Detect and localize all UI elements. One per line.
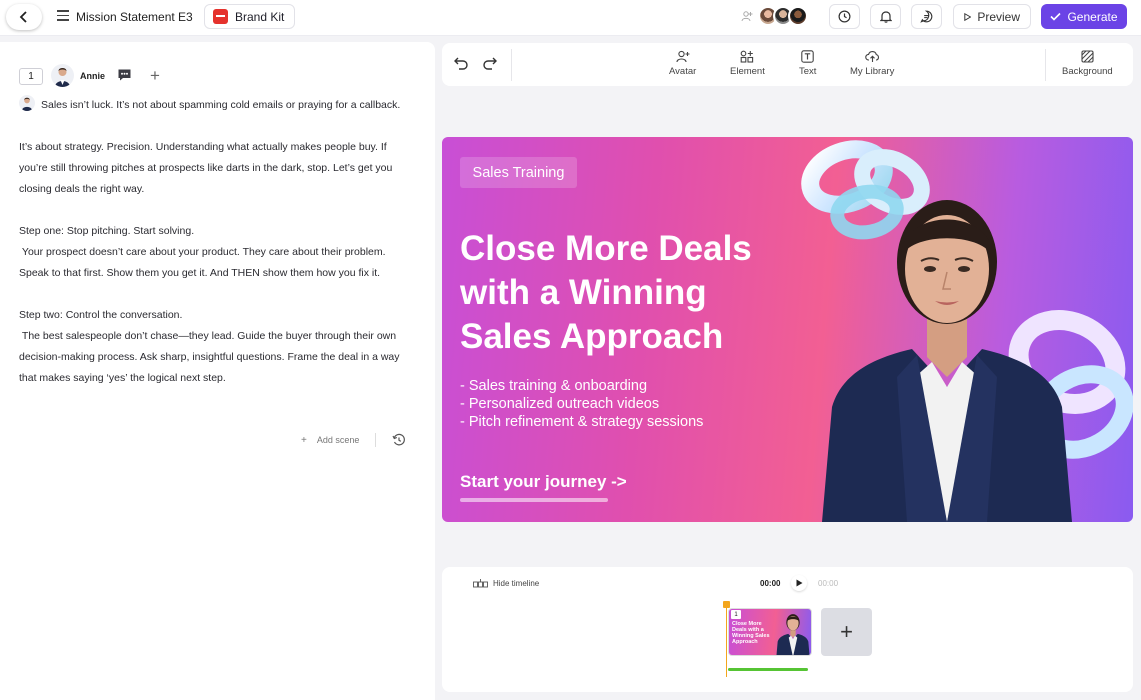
chevron-left-icon xyxy=(19,11,27,23)
thumbnail-number: 1 xyxy=(731,610,741,619)
hide-timeline-button[interactable]: Hide timeline xyxy=(473,579,539,588)
script-paragraph: It’s about strategy. Precision. Understa… xyxy=(19,141,396,195)
avatar-tool-button[interactable]: Avatar xyxy=(669,50,696,77)
generate-label: Generate xyxy=(1067,9,1118,24)
bullet-item: - Sales training & onboarding xyxy=(460,378,648,394)
scene-progress-bar xyxy=(728,668,808,671)
toolbar-divider xyxy=(1045,49,1046,81)
script-paragraph: Step two: Control the conversation. The … xyxy=(19,309,400,384)
history-button[interactable] xyxy=(829,4,860,29)
notifications-button[interactable] xyxy=(870,4,901,29)
voice-chat-icon[interactable] xyxy=(117,68,132,82)
current-time: 00:00 xyxy=(760,579,781,588)
element-tool-label: Element xyxy=(730,66,765,77)
my-library-label: My Library xyxy=(850,66,895,77)
share-icon[interactable] xyxy=(741,10,753,22)
text-icon xyxy=(801,50,814,63)
play-button[interactable] xyxy=(791,575,807,591)
text-tool-label: Text xyxy=(799,66,817,77)
bell-icon xyxy=(879,11,892,23)
script-paragraph: Step one: Stop pitching. Start solving. … xyxy=(19,225,386,279)
presenter-avatar[interactable] xyxy=(797,177,1097,522)
redo-icon[interactable] xyxy=(482,57,497,70)
project-title[interactable]: Mission Statement E3 xyxy=(76,10,193,24)
thumbnail-avatar xyxy=(776,614,810,655)
hide-timeline-label: Hide timeline xyxy=(493,579,540,588)
timeline-panel: Hide timeline 00:00 00:00 1 Close More D… xyxy=(442,567,1133,692)
script-paragraph: Sales isn’t luck. It’s not about spammin… xyxy=(19,95,414,116)
top-bar: Mission Statement E3 Brand Kit Preview G… xyxy=(0,0,1141,36)
bullet-item: - Pitch refinement & strategy sessions xyxy=(460,414,704,430)
thumbnail-headline: Close More Deals with a Winning Sales Ap… xyxy=(732,621,770,645)
background-button[interactable]: Background xyxy=(1062,50,1113,77)
scene-history-icon[interactable] xyxy=(392,433,406,447)
background-label: Background xyxy=(1062,66,1113,77)
avatar-portrait-icon xyxy=(55,68,70,87)
scene-progress-fill xyxy=(728,668,808,671)
script-text[interactable]: Sales isn’t luck. It’s not about spammin… xyxy=(19,95,414,389)
background-icon xyxy=(1081,50,1094,63)
playhead-line xyxy=(726,607,727,677)
slide-headline[interactable]: Close More Deals with a Winning Sales Ap… xyxy=(460,227,800,359)
speaker-avatar-icon xyxy=(19,95,35,111)
play-icon xyxy=(796,579,802,587)
collaborator-avatars[interactable] xyxy=(758,6,808,26)
script-panel: 1 Annie + Sales isn’t luck. It’s not abo… xyxy=(0,42,435,700)
script-line: Sales isn’t luck. It’s not about spammin… xyxy=(41,99,401,111)
plus-icon[interactable]: + xyxy=(301,435,307,446)
scene-number[interactable]: 1 xyxy=(19,68,43,85)
element-tool-button[interactable]: Element xyxy=(730,50,765,77)
undo-icon[interactable] xyxy=(454,57,469,70)
upload-cloud-icon xyxy=(864,51,879,62)
bullet-item: - Personalized outreach videos xyxy=(460,396,660,412)
slide-tag[interactable]: Sales Training xyxy=(460,157,577,188)
canvas-toolbar: Avatar Element Text My Library Backgroun… xyxy=(442,43,1133,86)
add-element-icon[interactable]: + xyxy=(150,67,160,84)
preview-label: Preview xyxy=(977,9,1020,24)
add-scene-row: + Add scene xyxy=(301,433,406,447)
scene-avatar-name: Annie xyxy=(80,71,106,81)
timeline-icon xyxy=(473,579,488,588)
brand-kit-button[interactable]: Brand Kit xyxy=(204,4,296,29)
avatar-add-icon xyxy=(676,50,690,63)
menu-icon[interactable] xyxy=(57,10,69,22)
play-outline-icon xyxy=(964,12,972,21)
clock-icon xyxy=(838,10,851,23)
slide-cta[interactable]: Start your journey -> xyxy=(460,472,627,492)
text-tool-button[interactable]: Text xyxy=(799,50,816,77)
add-scene-timeline-button[interactable]: + xyxy=(821,608,872,656)
slide-canvas[interactable]: Sales Training Close More Deals with a W… xyxy=(442,137,1133,522)
element-icon xyxy=(741,50,754,63)
avatar xyxy=(788,6,808,26)
back-button[interactable] xyxy=(6,4,42,30)
brand-kit-label: Brand Kit xyxy=(235,9,285,24)
slide-bullets[interactable]: - Sales training & onboarding - Personal… xyxy=(460,377,703,431)
toolbar-divider xyxy=(511,49,512,81)
scene-avatar[interactable] xyxy=(51,64,74,87)
my-library-button[interactable]: My Library xyxy=(850,50,894,77)
add-scene-button[interactable]: Add scene xyxy=(317,435,360,445)
brand-kit-icon xyxy=(213,9,228,24)
preview-button[interactable]: Preview xyxy=(953,4,1031,29)
check-icon xyxy=(1050,12,1062,21)
avatar-tool-label: Avatar xyxy=(669,66,697,77)
cta-underline xyxy=(460,498,608,502)
divider xyxy=(375,433,377,447)
generate-button[interactable]: Generate xyxy=(1041,4,1127,29)
end-time: 00:00 xyxy=(818,579,839,588)
comment-icon xyxy=(920,10,933,23)
scene-thumbnail[interactable]: 1 Close More Deals with a Winning Sales … xyxy=(728,608,812,656)
comments-button[interactable] xyxy=(911,4,942,29)
